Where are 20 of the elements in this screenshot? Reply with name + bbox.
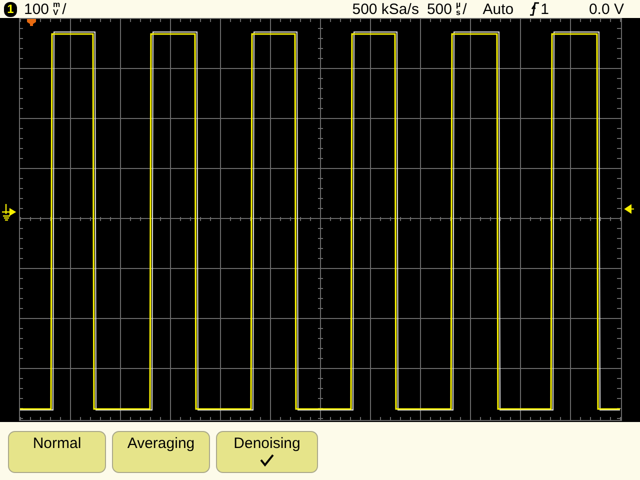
vertical-scale: 100 <box>24 0 50 18</box>
per-division-slash: / <box>462 0 467 18</box>
sample-rate: 500 kSa/s <box>352 0 419 18</box>
time-scale: 500 <box>426 0 452 18</box>
unit-symbol: V <box>53 9 60 17</box>
unit-symbol: s <box>456 9 461 17</box>
trigger-mode: Auto <box>482 0 514 18</box>
unit-prefix: m <box>53 1 60 9</box>
trigger-level: 0.0 V <box>588 0 624 18</box>
rising-edge-icon <box>530 2 539 16</box>
per-division-slash: / <box>62 0 66 18</box>
unit-prefix: µ <box>456 1 461 9</box>
softkey-button[interactable]: Averaging <box>112 431 210 473</box>
trigger-level-icon <box>624 204 634 214</box>
ground-marker-icon <box>1 203 16 221</box>
channel-badge: 1 <box>4 2 17 16</box>
trigger-position-icon <box>27 19 36 26</box>
softkey-button[interactable]: Normal <box>8 431 106 473</box>
softkey-button[interactable]: Denoising <box>216 431 318 473</box>
trigger-source: 1 <box>540 0 549 18</box>
